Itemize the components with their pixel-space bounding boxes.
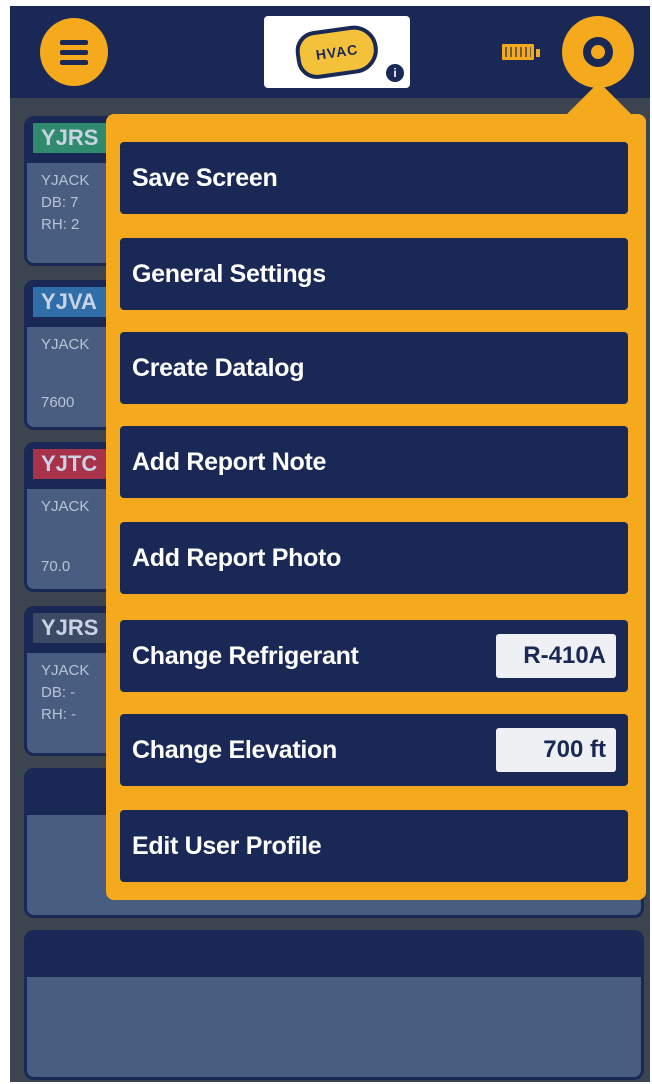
elevation-value: 700 ft [496, 728, 616, 772]
app-logo[interactable]: HVAC i [264, 16, 410, 88]
sensor-line: YJACK [41, 172, 90, 189]
logo-text: HVAC [314, 41, 360, 63]
menu-item-label: General Settings [132, 259, 326, 288]
menu-bar-icon [60, 39, 88, 45]
sensor-line: DB: - [41, 684, 76, 701]
settings-button[interactable] [562, 16, 634, 88]
app-screen: HVAC i YJRS YJACK DB: 7 RH: 2 YJVA YJACK… [10, 6, 650, 1082]
menu-item-general-settings[interactable]: General Settings [120, 238, 628, 310]
sensor-line: 70.0 [41, 558, 71, 575]
menu-item-change-refrigerant[interactable]: Change Refrigerant R-410A [120, 620, 628, 692]
menu-item-label: Save Screen [132, 163, 278, 192]
menu-item-create-datalog[interactable]: Create Datalog [120, 332, 628, 404]
menu-item-label: Change Elevation [132, 735, 337, 764]
app-header: HVAC i [10, 6, 650, 98]
menu-item-edit-user-profile[interactable]: Edit User Profile [120, 810, 628, 882]
menu-item-change-elevation[interactable]: Change Elevation 700 ft [120, 714, 628, 786]
menu-item-label: Change Refrigerant [132, 641, 359, 670]
dropdown-pointer [563, 82, 635, 118]
info-icon: i [386, 64, 404, 82]
battery-icon [500, 42, 540, 62]
menu-item-add-report-note[interactable]: Add Report Note [120, 426, 628, 498]
menu-bar-icon [60, 49, 88, 55]
sensor-line: RH: - [41, 706, 76, 723]
sensor-line: YJACK [41, 498, 90, 515]
menu-item-add-report-photo[interactable]: Add Report Photo [120, 522, 628, 594]
empty-card[interactable] [24, 930, 644, 1080]
logo-badge: HVAC [293, 22, 381, 82]
menu-bar-icon [60, 59, 88, 65]
sensor-line: RH: 2 [41, 216, 80, 233]
menu-item-label: Edit User Profile [132, 831, 322, 860]
sensor-line: 7600 [41, 394, 75, 411]
settings-dropdown-menu: Save Screen General Settings Create Data… [106, 114, 646, 900]
gear-icon [583, 37, 613, 67]
menu-item-label: Add Report Photo [132, 543, 342, 572]
menu-item-save-screen[interactable]: Save Screen [120, 142, 628, 214]
sensor-line: YJACK [41, 336, 90, 353]
menu-item-label: Add Report Note [132, 447, 327, 476]
sensor-line: DB: 7 [41, 194, 79, 211]
menu-item-label: Create Datalog [132, 353, 305, 382]
hamburger-menu-button[interactable] [40, 18, 108, 86]
refrigerant-value: R-410A [496, 634, 616, 678]
sensor-line: YJACK [41, 662, 90, 679]
